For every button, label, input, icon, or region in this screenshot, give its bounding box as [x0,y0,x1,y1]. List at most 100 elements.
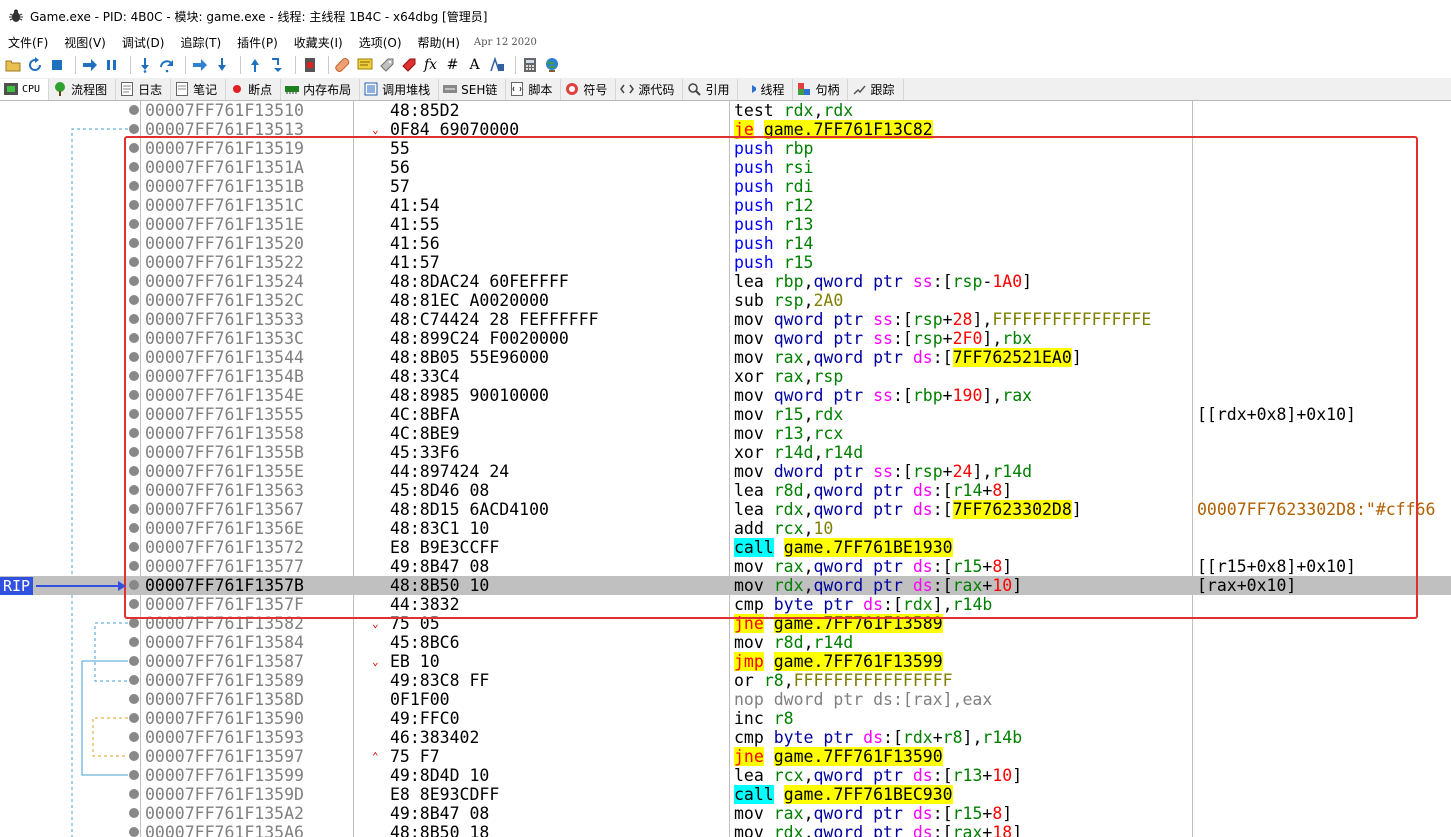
trace-into-icon[interactable] [191,57,208,74]
breakpoint-icon[interactable] [301,57,318,74]
patch-icon[interactable] [334,57,351,74]
disasm-row[interactable]: 00007FF761F13524 48:8DAC24 60FEFFFF lea rb… [0,272,1451,291]
menu-view[interactable]: 视图(V) [56,34,114,51]
disasm-row[interactable]: 00007FF761F13520 41:56 push r14 [0,234,1451,253]
breakpoint-marker-icon[interactable] [129,732,139,742]
breakpoint-marker-icon[interactable] [129,561,139,571]
disasm-row[interactable]: 00007FF761F13590 49:FFC0 inc r8 [0,709,1451,728]
breakpoint-marker-icon[interactable] [129,257,139,267]
menu-debug[interactable]: 调试(D) [114,34,173,51]
disasm-row[interactable]: 00007FF761F13555 4C:8BFA mov r15,rdx [[rdx+… [0,405,1451,424]
disasm-row[interactable]: 00007FF761F1356E 48:83C1 10 add rcx,10 [0,519,1451,538]
globe-icon[interactable] [543,57,560,74]
open-icon[interactable] [4,57,21,74]
disasm-row[interactable]: 00007FF761F135A2 49:8B47 08 mov rax,qword … [0,804,1451,823]
disasm-row[interactable]: 00007FF761F13563 45:8D46 08 lea r8d,qword … [0,481,1451,500]
breakpoint-marker-icon[interactable] [129,390,139,400]
disasm-row[interactable]: 00007FF761F13577 49:8B47 08 mov rax,qword … [0,557,1451,576]
tab-script[interactable]: 脚本 [506,78,562,100]
breakpoint-marker-icon[interactable] [129,466,139,476]
run-to-user-code-icon[interactable] [246,57,263,74]
breakpoint-marker-icon[interactable] [129,162,139,172]
disasm-row[interactable]: 00007FF761F13510 48:85D2 test rdx,rdx [0,101,1451,120]
disasm-row[interactable]: 00007FF761F1357F 44:3832 cmp byte ptr ds:[… [0,595,1451,614]
tab-threads[interactable]: 线程 [738,78,794,100]
disasm-row[interactable]: 00007FF761F1352C 48:81EC A0020000 sub rsp,… [0,291,1451,310]
disasm-row[interactable]: 00007FF761F13567 48:8D15 6ACD4100 lea rdx,… [0,500,1451,519]
breakpoint-marker-icon[interactable] [129,124,139,134]
disasm-row[interactable]: 00007FF761F13522 41:57 push r15 [0,253,1451,272]
breakpoint-marker-icon[interactable] [129,200,139,210]
disasm-row[interactable]: 00007FF761F1355B 45:33F6 xor r14d,r14d [0,443,1451,462]
breakpoint-marker-icon[interactable] [129,599,139,609]
tab-handles[interactable]: 句柄 [793,78,849,100]
breakpoint-marker-icon[interactable] [129,295,139,305]
disasm-row[interactable]: 00007FF761F1351C 41:54 push r12 [0,196,1451,215]
disasm-row[interactable]: 00007FF761F13572 E8 B9E3CCFF call game.7FF… [0,538,1451,557]
tab-call-stack[interactable]: 调用堆栈 [360,78,440,100]
breakpoint-marker-icon[interactable] [129,333,139,343]
disasm-row[interactable]: 00007FF761F1359D E8 8E93CDFF call game.7FF… [0,785,1451,804]
breakpoint-marker-icon[interactable] [129,314,139,324]
breakpoint-marker-icon[interactable] [129,485,139,495]
tab-symbols[interactable]: 符号 [561,78,617,100]
breakpoint-marker-icon[interactable] [129,770,139,780]
font-icon[interactable]: A [466,57,483,74]
breakpoint-marker-icon[interactable] [129,238,139,248]
disasm-row[interactable]: 00007FF761F13513 ⌄ 0F84 69070000 je game.7F… [0,120,1451,139]
breakpoint-marker-icon[interactable] [129,409,139,419]
breakpoint-marker-icon[interactable] [129,428,139,438]
breakpoint-marker-icon[interactable] [129,219,139,229]
text-icon[interactable] [488,57,505,74]
disasm-row[interactable]: 00007FF761F135A6 48:8B50 18 mov rdx,qword … [0,823,1451,837]
menu-help[interactable]: 帮助(H) [410,34,468,51]
disasm-row[interactable]: 00007FF761F13558 4C:8BE9 mov r13,rcx [0,424,1451,443]
disasm-row[interactable]: 00007FF761F1355E 44:897424 24 mov dword pt… [0,462,1451,481]
tab-source[interactable]: 源代码 [616,78,684,100]
tab-notes[interactable]: 笔记 [171,78,227,100]
step-over-icon[interactable] [158,57,175,74]
breakpoint-marker-icon[interactable] [129,181,139,191]
disasm-row[interactable]: 00007FF761F1351B 57 push rdi [0,177,1451,196]
breakpoint-marker-icon[interactable] [129,276,139,286]
disasm-row[interactable]: 00007FF761F1351E 41:55 push r13 [0,215,1451,234]
disasm-row[interactable]: 00007FF761F13599 49:8D4D 10 lea rcx,qword … [0,766,1451,785]
menu-favourites[interactable]: 收藏夹(I) [286,34,351,51]
disasm-row[interactable]: 00007FF761F1354B 48:33C4 xor rax,rsp [0,367,1451,386]
breakpoint-marker-icon[interactable] [129,618,139,628]
tab-trace[interactable]: 跟踪 [848,78,904,100]
step-into-icon[interactable] [136,57,153,74]
hash-icon[interactable]: # [444,57,461,74]
breakpoint-marker-icon[interactable] [129,504,139,514]
disasm-row[interactable]: 00007FF761F13589 49:83C8 FF or r8,FFFFFFFF… [0,671,1451,690]
bookmark-icon[interactable] [400,57,417,74]
tab-breakpoints[interactable]: 断点 [226,78,282,100]
label-icon[interactable] [378,57,395,74]
disasm-row[interactable]: 00007FF761F13597 ⌃ 75 F7 jne game.7FF761F13… [0,747,1451,766]
breakpoint-marker-icon[interactable] [129,694,139,704]
breakpoint-marker-icon[interactable] [129,371,139,381]
disasm-row[interactable]: 00007FF761F13587 ⌄ EB 10 jmp game.7FF761F13… [0,652,1451,671]
breakpoint-marker-icon[interactable] [129,542,139,552]
tab-references[interactable]: 引用 [683,78,739,100]
breakpoint-marker-icon[interactable] [129,675,139,685]
disasm-row[interactable]: 00007FF761F13582 ⌄ 75 05 jne game.7FF761F13… [0,614,1451,633]
disasm-row[interactable]: 00007FF761F1357B 48:8B50 10 mov rdx,qword … [0,576,1451,595]
disasm-row[interactable]: 00007FF761F1353C 48:899C24 F0020000 mov qw… [0,329,1451,348]
run-icon[interactable] [81,57,98,74]
disasm-row[interactable]: 00007FF761F13544 48:8B05 55E96000 mov rax,… [0,348,1451,367]
tab-log[interactable]: 日志 [116,78,172,100]
disasm-row[interactable]: 00007FF761F13593 46:383402 cmp byte ptr ds… [0,728,1451,747]
breakpoint-marker-icon[interactable] [129,827,139,837]
breakpoint-marker-icon[interactable] [129,580,139,590]
trace-over-icon[interactable] [213,57,230,74]
disasm-row[interactable]: 00007FF761F13533 48:C74424 28 FEFFFFFF mov… [0,310,1451,329]
menu-trace[interactable]: 追踪(T) [172,34,229,51]
breakpoint-marker-icon[interactable] [129,447,139,457]
tab-cpu[interactable]: CPU [0,78,50,100]
tab-graph[interactable]: 流程图 [49,78,117,100]
breakpoint-marker-icon[interactable] [129,808,139,818]
disasm-row[interactable]: 00007FF761F13519 55 push rbp [0,139,1451,158]
breakpoint-marker-icon[interactable] [129,143,139,153]
tab-seh[interactable]: SEH链 [439,78,507,100]
